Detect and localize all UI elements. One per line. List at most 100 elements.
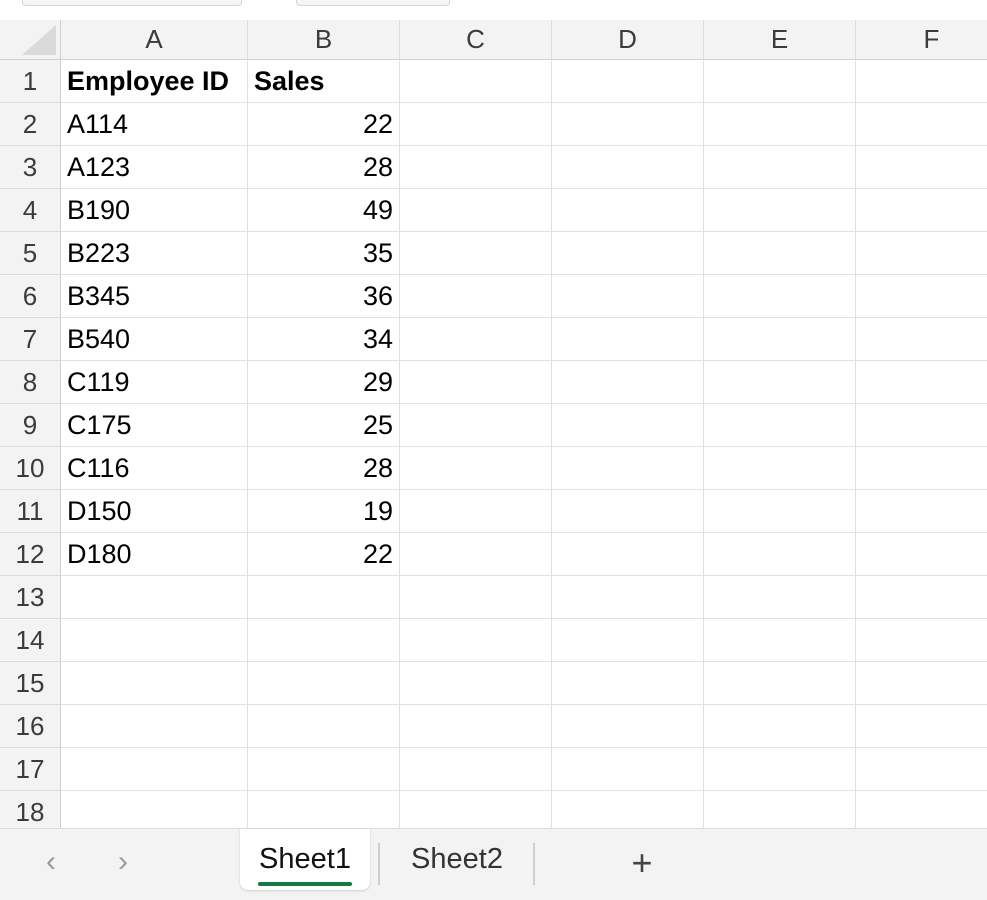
cell-a5[interactable]: B223	[61, 232, 248, 275]
cell-d8[interactable]	[552, 361, 704, 404]
row-header-1[interactable]: 1	[0, 60, 61, 103]
cell-a18[interactable]	[61, 791, 248, 828]
cell-a8[interactable]: C119	[61, 361, 248, 404]
tab-sheet1[interactable]: Sheet1	[240, 829, 370, 890]
cell-a3[interactable]: A123	[61, 146, 248, 189]
cell-c17[interactable]	[400, 748, 552, 791]
cell-b3[interactable]: 28	[248, 146, 400, 189]
cell-f2[interactable]	[856, 103, 987, 146]
cell-a12[interactable]: D180	[61, 533, 248, 576]
cell-a17[interactable]	[61, 748, 248, 791]
cell-b11[interactable]: 19	[248, 490, 400, 533]
cell-e10[interactable]	[704, 447, 856, 490]
row-header-6[interactable]: 6	[0, 275, 61, 318]
cell-e17[interactable]	[704, 748, 856, 791]
cell-c1[interactable]	[400, 60, 552, 103]
column-header-d[interactable]: D	[552, 20, 704, 60]
cell-b16[interactable]	[248, 705, 400, 748]
cell-b9[interactable]: 25	[248, 404, 400, 447]
cell-d13[interactable]	[552, 576, 704, 619]
cell-c5[interactable]	[400, 232, 552, 275]
cell-f3[interactable]	[856, 146, 987, 189]
cell-e11[interactable]	[704, 490, 856, 533]
cell-d7[interactable]	[552, 318, 704, 361]
cell-c9[interactable]	[400, 404, 552, 447]
cell-f13[interactable]	[856, 576, 987, 619]
cell-a1[interactable]: Employee ID	[61, 60, 248, 103]
cell-c4[interactable]	[400, 189, 552, 232]
cell-b5[interactable]: 35	[248, 232, 400, 275]
cell-c10[interactable]	[400, 447, 552, 490]
cell-c11[interactable]	[400, 490, 552, 533]
cell-e1[interactable]	[704, 60, 856, 103]
cell-d14[interactable]	[552, 619, 704, 662]
cell-b13[interactable]	[248, 576, 400, 619]
row-header-18[interactable]: 18	[0, 791, 61, 828]
cell-a9[interactable]: C175	[61, 404, 248, 447]
cell-e14[interactable]	[704, 619, 856, 662]
cell-c18[interactable]	[400, 791, 552, 828]
cell-a6[interactable]: B345	[61, 275, 248, 318]
cell-d16[interactable]	[552, 705, 704, 748]
cell-a11[interactable]: D150	[61, 490, 248, 533]
cell-f9[interactable]	[856, 404, 987, 447]
cell-e12[interactable]	[704, 533, 856, 576]
cell-d6[interactable]	[552, 275, 704, 318]
cell-f16[interactable]	[856, 705, 987, 748]
cell-c6[interactable]	[400, 275, 552, 318]
cell-f10[interactable]	[856, 447, 987, 490]
cell-e9[interactable]	[704, 404, 856, 447]
cell-d1[interactable]	[552, 60, 704, 103]
column-header-a[interactable]: A	[61, 20, 248, 60]
select-all-button[interactable]	[0, 20, 61, 60]
column-header-f[interactable]: F	[856, 20, 987, 60]
cell-d9[interactable]	[552, 404, 704, 447]
tab-sheet2[interactable]: Sheet2	[388, 829, 526, 890]
plus-icon[interactable]: +	[622, 842, 662, 883]
cell-f14[interactable]	[856, 619, 987, 662]
row-header-11[interactable]: 11	[0, 490, 61, 533]
cell-b2[interactable]: 22	[248, 103, 400, 146]
cell-b18[interactable]	[248, 791, 400, 828]
column-header-b[interactable]: B	[248, 20, 400, 60]
row-header-2[interactable]: 2	[0, 103, 61, 146]
cell-c7[interactable]	[400, 318, 552, 361]
cell-b14[interactable]	[248, 619, 400, 662]
cell-e7[interactable]	[704, 318, 856, 361]
cell-c2[interactable]	[400, 103, 552, 146]
cell-a13[interactable]	[61, 576, 248, 619]
cell-e13[interactable]	[704, 576, 856, 619]
cell-c15[interactable]	[400, 662, 552, 705]
row-header-4[interactable]: 4	[0, 189, 61, 232]
cell-a2[interactable]: A114	[61, 103, 248, 146]
worksheet-grid[interactable]: A B C D E F 1 Employee ID Sales 2 A114 22 3 A123 28 4 B1…	[0, 20, 987, 828]
cell-a4[interactable]: B190	[61, 189, 248, 232]
cell-a7[interactable]: B540	[61, 318, 248, 361]
cell-d2[interactable]	[552, 103, 704, 146]
cell-e3[interactable]	[704, 146, 856, 189]
cell-e16[interactable]	[704, 705, 856, 748]
row-header-16[interactable]: 16	[0, 705, 61, 748]
row-header-7[interactable]: 7	[0, 318, 61, 361]
cell-a14[interactable]	[61, 619, 248, 662]
chevron-left-icon[interactable]: ‹	[36, 845, 66, 879]
row-header-12[interactable]: 12	[0, 533, 61, 576]
cell-f15[interactable]	[856, 662, 987, 705]
chevron-right-icon[interactable]: ›	[108, 845, 138, 879]
cell-b6[interactable]: 36	[248, 275, 400, 318]
cell-d18[interactable]	[552, 791, 704, 828]
cell-c13[interactable]	[400, 576, 552, 619]
cell-b4[interactable]: 49	[248, 189, 400, 232]
cell-d11[interactable]	[552, 490, 704, 533]
cell-b10[interactable]: 28	[248, 447, 400, 490]
cell-f6[interactable]	[856, 275, 987, 318]
cell-e2[interactable]	[704, 103, 856, 146]
cell-a15[interactable]	[61, 662, 248, 705]
cell-d15[interactable]	[552, 662, 704, 705]
cell-b17[interactable]	[248, 748, 400, 791]
cell-e4[interactable]	[704, 189, 856, 232]
cell-d10[interactable]	[552, 447, 704, 490]
row-header-14[interactable]: 14	[0, 619, 61, 662]
row-header-5[interactable]: 5	[0, 232, 61, 275]
cell-c14[interactable]	[400, 619, 552, 662]
